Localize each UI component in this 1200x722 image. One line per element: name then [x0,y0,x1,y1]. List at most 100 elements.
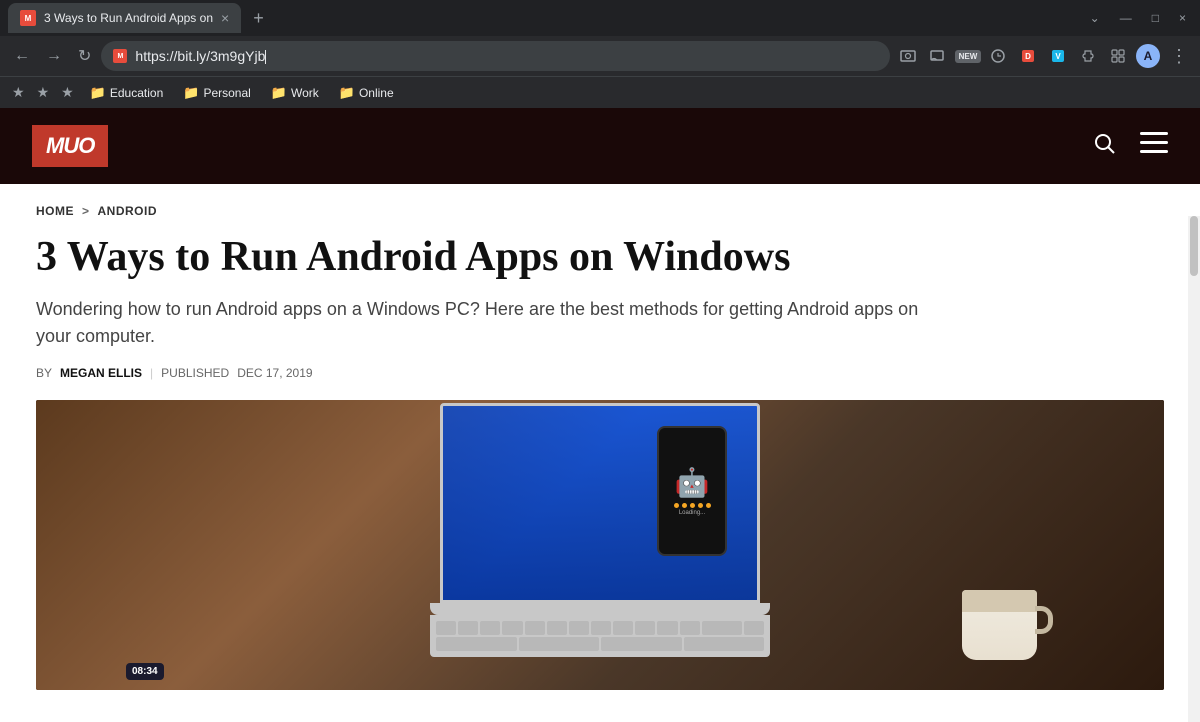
article-subtitle: Wondering how to run Android apps on a W… [36,296,936,350]
bookmark-work[interactable]: 📁 Work [263,83,327,103]
bookmark-star-icon[interactable]: ★ [8,84,29,101]
key [684,637,765,651]
key [502,621,522,635]
breadcrumb-home[interactable]: HOME [36,204,74,218]
folder-icon: 📁 [183,85,199,101]
key [525,621,545,635]
author-name[interactable]: MEGAN ELLIS [60,366,142,380]
address-input[interactable]: M https://bit.ly/3m9gYjb [101,41,890,71]
bookmark-online-label: Online [359,86,394,100]
maximize-button[interactable]: □ [1146,11,1165,25]
folder-icon: 📁 [90,85,106,101]
reload-button[interactable]: ↻ [72,42,97,70]
active-tab[interactable]: M 3 Ways to Run Android Apps on × [8,3,241,33]
article-meta: BY MEGAN ELLIS | PUBLISHED DEC 17, 2019 [36,366,1164,380]
site-header: MUO [0,108,1200,184]
breadcrumb-category[interactable]: ANDROID [98,204,158,218]
toolbar-icons: NEW D V A [894,42,1162,70]
breadcrumb: HOME > ANDROID [36,204,1164,218]
key [744,621,764,635]
loading-text: Loading... [679,510,705,516]
minimize-button[interactable]: — [1114,11,1138,25]
page-content: MUO HOME > ANDROID 3 Ways to Run Android… [0,108,1200,722]
more-options-button[interactable]: ⋮ [1166,46,1192,67]
key [569,621,589,635]
folder-icon: 📁 [271,85,287,101]
by-label: BY [36,366,52,380]
chevron-down-icon[interactable]: ⌄ [1084,11,1106,25]
key [547,621,567,635]
site-header-icons [1092,131,1168,161]
bookmark-star3-icon[interactable]: ★ [57,84,78,101]
extensions-icon[interactable] [1104,42,1132,70]
bookmarks-bar: ★ ★ ★ 📁 Education 📁 Personal 📁 Work 📁 On… [0,76,1200,108]
address-bar-row: ← → ↻ M https://bit.ly/3m9gYjb NEW [0,36,1200,76]
article-title: 3 Ways to Run Android Apps on Windows [36,234,1164,280]
hero-image-background: 🤖 Loading... [36,400,1164,690]
key [601,637,682,651]
tab-title: 3 Ways to Run Android Apps on [44,11,213,25]
puzzle-icon[interactable] [1074,42,1102,70]
meta-separator: | [150,366,153,380]
laptop-screen: 🤖 Loading... [440,403,760,603]
address-favicon-icon: M [113,49,127,63]
scrollbar-thumb[interactable] [1190,216,1198,276]
phone-device: 🤖 Loading... [657,426,727,556]
folder-icon: 📁 [339,85,355,101]
android-robot-icon: 🤖 [675,466,710,499]
forward-button[interactable]: → [40,43,68,69]
key [680,621,700,635]
laptop-base [430,603,770,615]
key [613,621,633,635]
laptop-visual: 🤖 Loading... [430,403,770,657]
coffee-cup [954,590,1044,690]
svg-text:D: D [1025,52,1031,61]
vimeo-icon[interactable]: V [1044,42,1072,70]
clock-icon[interactable] [984,42,1012,70]
key [657,621,677,635]
published-date: DEC 17, 2019 [237,366,312,380]
bookmark-education[interactable]: 📁 Education [82,83,172,103]
cast-icon[interactable] [924,42,952,70]
back-button[interactable]: ← [8,43,36,69]
close-window-button[interactable]: × [1173,11,1192,25]
dashlane-icon[interactable]: D [1014,42,1042,70]
published-label: PUBLISHED [161,366,229,380]
article-hero-image: 🤖 Loading... [36,400,1164,690]
scrollbar[interactable] [1188,216,1200,722]
bookmark-personal-label: Personal [203,86,250,100]
bookmark-online[interactable]: 📁 Online [331,83,402,103]
tab-close-button[interactable]: × [221,11,229,25]
key [436,621,456,635]
profile-avatar[interactable]: A [1134,42,1162,70]
bookmark-star2-icon[interactable]: ★ [33,84,54,101]
text-cursor [265,50,266,64]
tab-bar: M 3 Ways to Run Android Apps on × + ⌄ — … [0,0,1200,36]
svg-text:V: V [1055,52,1061,61]
breadcrumb-separator: > [82,204,90,218]
site-logo[interactable]: MUO [32,125,108,167]
key [635,621,655,635]
device-time: 08:34 [132,666,158,677]
key [519,637,600,651]
search-icon[interactable] [1092,131,1116,161]
small-device: 08:34 [126,663,164,680]
bookmark-personal[interactable]: 📁 Personal [175,83,259,103]
url-text: https://bit.ly/3m9gYjb [135,48,878,64]
key [702,621,742,635]
key [436,637,517,651]
key [458,621,478,635]
key [480,621,500,635]
key [591,621,611,635]
bookmark-work-label: Work [291,86,319,100]
profile-icon: A [1136,44,1160,68]
screen-capture-icon[interactable] [894,42,922,70]
new-badge-icon[interactable]: NEW [954,42,982,70]
new-tab-button[interactable]: + [245,8,272,29]
loading-indicator [674,503,711,508]
hamburger-menu-icon[interactable] [1140,132,1168,160]
article-area: HOME > ANDROID 3 Ways to Run Android App… [0,184,1200,690]
window-controls: ⌄ — □ × [1084,11,1192,25]
keyboard [430,615,770,657]
tab-favicon: M [20,10,36,26]
